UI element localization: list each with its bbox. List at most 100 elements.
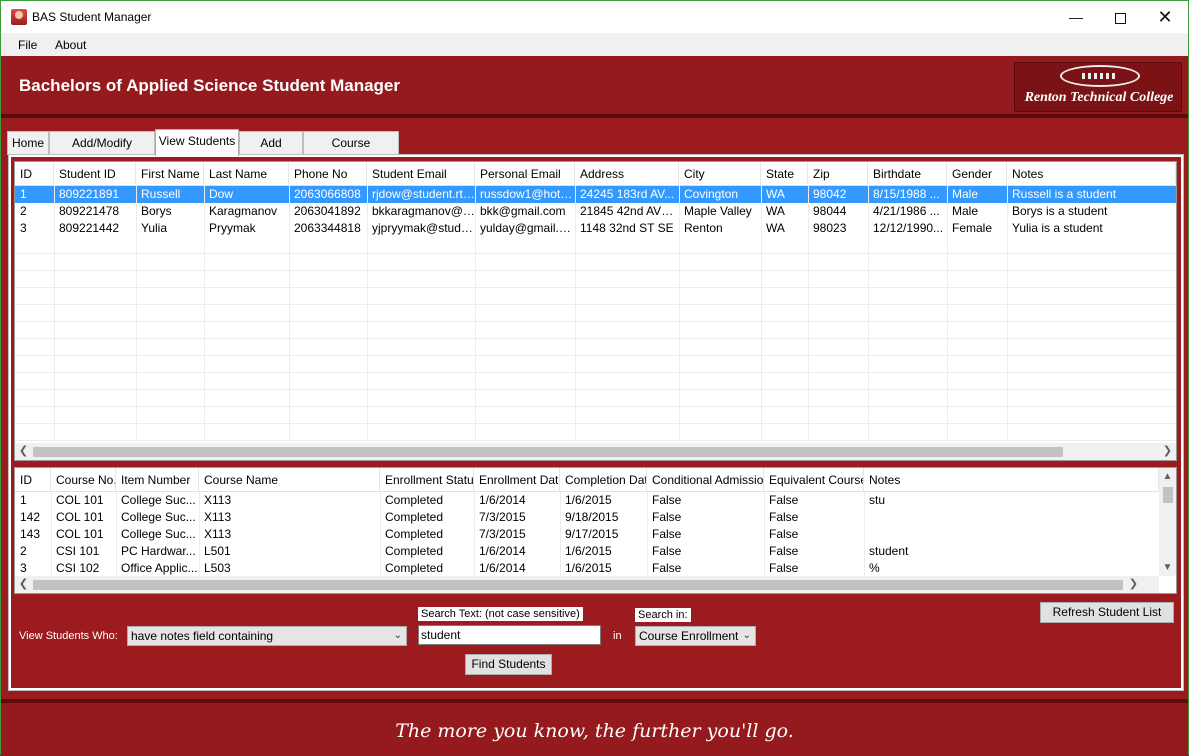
students-column-divider [808,186,809,441]
college-logo: Renton Technical College [1014,62,1182,112]
students-row[interactable]: 3 809221442 Yulia Pryymak 2063344818 yjpryyma… [15,220,1176,237]
filter-select[interactable]: have notes field containing ⌄ [127,626,407,646]
tab-view-students[interactable]: View Students [155,129,239,156]
enrollment-vertical-scrollbar[interactable]: ▲ ▼ [1159,468,1176,576]
enrollment-cell: 2 [20,544,27,558]
scroll-right-icon[interactable]: ❯ [1159,443,1176,460]
tab-add-course[interactable]: Add Course [239,131,303,172]
enrollment-row[interactable]: 143 COL 101 College Suc... X113 Completed 7/3… [15,526,1176,543]
students-empty-row [15,322,1176,339]
students-column-header[interactable]: First Name [136,162,204,186]
enrollment-column-divider [199,492,200,577]
students-column-header[interactable]: ID [15,162,54,186]
enrollment-column-header[interactable]: Completion Date [560,468,647,492]
enrollment-row[interactable]: 142 COL 101 College Suc... X113 Completed 7/3… [15,509,1176,526]
students-column-header[interactable]: Student ID [54,162,136,186]
students-cell: Yulia [141,221,168,235]
search-text-input[interactable]: student [418,625,601,645]
enrollment-column-header[interactable]: Item Number [116,468,199,492]
enrollment-grid-header: ID Course No. Item Number Course Name Enroll… [15,468,1176,492]
students-cell: rjdow@student.rtc.... [372,187,475,201]
enrollment-column-header[interactable]: Course Name [199,468,380,492]
students-cell: yjpryymak@stude... [372,221,475,235]
enrollment-column-header[interactable]: Course No. [51,468,116,492]
students-cell: Pryymak [209,221,256,235]
enrollment-horizontal-scrollbar[interactable]: ❮ ❯ [15,576,1159,593]
students-cell: Female [952,221,993,235]
students-row[interactable]: 2 809221478 Borys Karagmanov 2063041892 bkkar… [15,203,1176,220]
students-column-divider [575,186,576,441]
maximize-button[interactable] [1097,1,1143,33]
scrollbar-thumb[interactable] [33,580,1123,590]
students-cell: Borys [141,204,172,218]
enrollment-column-header[interactable]: ID [15,468,51,492]
tab-home[interactable]: Home [7,131,49,155]
close-button[interactable]: ✕ [1142,1,1188,33]
enrollment-cell: COL 101 [56,510,104,524]
enrollment-grid[interactable]: ID Course No. Item Number Course Name Enroll… [14,467,1177,594]
enrollment-cell [864,526,1159,543]
students-column-header[interactable]: Phone No [289,162,367,186]
minimize-button[interactable]: — [1053,1,1099,33]
enrollment-column-header[interactable]: Enrollment Status [380,468,474,492]
enrollment-row[interactable]: 2 CSI 101 PC Hardwar... L501 Completed 1/6/20… [15,543,1176,560]
filter-select-value: have notes field containing [131,629,274,643]
refresh-student-list-button[interactable]: Refresh Student List [1040,602,1174,623]
enrollment-cell: PC Hardwar... [121,544,196,558]
students-horizontal-scrollbar[interactable]: ❮ ❯ [15,443,1176,460]
students-cell: 809221442 [59,221,120,235]
menu-file[interactable]: File [18,38,37,52]
tab-course-enrollment[interactable]: Course Enrollment [303,131,399,172]
enrollment-column-header[interactable]: Notes [864,468,1159,492]
enrollment-row[interactable]: 3 CSI 102 Office Applic... L503 Completed 1/6… [15,560,1176,577]
students-cell: Male [952,204,979,218]
students-column-header[interactable]: State [761,162,808,186]
enrollment-cell: 1/6/2014 [479,493,526,507]
scrollbar-thumb[interactable] [1163,487,1173,503]
students-column-header[interactable]: Address [575,162,679,186]
search-in-select[interactable]: Course Enrollment ⌄ [635,626,756,646]
enrollment-cell: College Suc... [121,493,196,507]
students-column-header[interactable]: Zip [808,162,868,186]
scrollbar-thumb[interactable] [33,447,1063,457]
students-cell: bkkaragmanov@s... [372,204,475,218]
enrollment-cell: 7/3/2015 [479,510,526,524]
enrollment-cell: student [869,544,909,558]
enrollment-cell: 1/6/2014 [479,561,526,575]
students-column-header[interactable]: Personal Email [475,162,575,186]
students-row[interactable]: 1 809221891 Russell Dow 2063066808 rjdow@stud… [15,186,1176,203]
students-cell: 24245 183rd AV... [580,187,675,201]
students-empty-row [15,407,1176,424]
enrollment-row[interactable]: 1 COL 101 College Suc... X113 Completed 1/6/2… [15,492,1176,509]
scroll-left-icon[interactable]: ❮ [15,443,32,460]
menu-about[interactable]: About [55,38,86,52]
students-column-header[interactable]: Student Email [367,162,475,186]
scroll-down-icon[interactable]: ▼ [1159,559,1176,576]
students-column-header[interactable]: Last Name [204,162,289,186]
students-column-header[interactable]: Notes [1007,162,1176,186]
students-cell: Karagmanov [209,204,278,218]
students-cell: 21845 42nd AVE S [580,204,679,218]
enrollment-column-header[interactable]: Conditional Admission [647,468,764,492]
students-cell: 2063041892 [294,204,361,218]
enrollment-cell: False [652,561,682,575]
students-column-header[interactable]: Birthdate [868,162,947,186]
students-column-header[interactable]: City [679,162,761,186]
students-grid[interactable]: ID Student ID First Name Last Name Phone No S… [14,161,1177,461]
students-cell: WA [766,221,785,235]
enrollment-cell: 9/18/2015 [565,510,619,524]
enrollment-cell: Office Applic... [121,561,198,575]
students-column-header[interactable]: Gender [947,162,1007,186]
scroll-left-icon[interactable]: ❮ [15,576,32,593]
scroll-up-icon[interactable]: ▲ [1159,468,1176,485]
enrollment-column-header[interactable]: Equivalent Course [764,468,864,492]
header-banner: Bachelors of Applied Science Student Man… [1,56,1188,118]
tab-add-modify-student[interactable]: Add/Modify Student [49,131,155,172]
scroll-right-icon[interactable]: ❯ [1125,576,1142,593]
enrollment-cell: L503 [204,561,231,575]
view-students-panel: ID Student ID First Name Last Name Phone No S… [11,157,1181,688]
find-students-button[interactable]: Find Students [465,654,552,675]
enrollment-cell: 9/17/2015 [565,527,619,541]
enrollment-cell: 3 [20,561,27,575]
enrollment-column-header[interactable]: Enrollment Date [474,468,560,492]
